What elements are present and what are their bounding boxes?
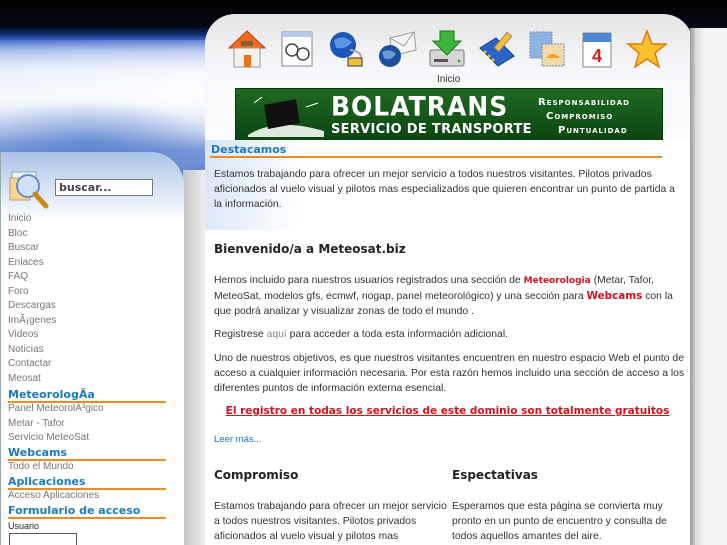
sidebar-item-inicio[interactable]: Inicio: [8, 212, 56, 227]
category-aplicaciones: Aplicaciones: [8, 475, 166, 490]
intro-text: Estamos trabajando para ofrecer un mejor…: [214, 169, 675, 210]
objectives-paragraph: Uno de nuestros objetivos, es que nuestr…: [214, 353, 685, 394]
slogan: Compromiso: [546, 111, 614, 122]
sidebar-item-enlaces[interactable]: Enlaces: [8, 256, 56, 271]
espectativas-text: Esperamos que esta página se convierta m…: [452, 501, 667, 542]
sidebar-item-videos[interactable]: Videos: [8, 328, 56, 343]
sidebar-item-servicio-meteosat[interactable]: Servicio MeteoSat: [8, 432, 89, 443]
sidebar-item-contactar[interactable]: Contactar: [8, 357, 56, 372]
section-title: Destacamos: [211, 143, 287, 156]
globe-mail-icon[interactable]: [372, 24, 422, 74]
main-content: Destacamos Estamos trabajando para ofrec…: [205, 140, 690, 545]
banner-slogans: Responsabilidad Compromiso Puntualidad: [538, 96, 630, 138]
register-paragraph: Registrese aquí para acceder a toda esta…: [214, 329, 509, 340]
calendar-icon[interactable]: 4: [572, 24, 622, 74]
welcome-paragraph: Hemos incluido para nuestros usuarios re…: [214, 275, 673, 317]
toolbar-hover-label: Inicio: [437, 74, 461, 85]
star-icon[interactable]: [622, 24, 672, 74]
banner-brand: BOLATRANS: [331, 91, 509, 122]
compromiso-text: Estamos trabajando para ofrecer un mejor…: [214, 501, 447, 542]
download-drive-icon[interactable]: [422, 24, 472, 74]
category-webcams: Webcams: [8, 446, 166, 461]
section-divider: [210, 156, 662, 158]
sidebar-shadow: [183, 170, 205, 545]
edit-folder-icon[interactable]: [472, 24, 522, 74]
search-input[interactable]: [55, 179, 153, 196]
slogan: Responsabilidad: [538, 97, 630, 108]
sidebar-item-noticias[interactable]: Noticias: [8, 343, 56, 358]
sidebar-item-acceso-aplicaciones[interactable]: Acceso Aplicaciones: [8, 490, 99, 501]
username-label: Usuario: [8, 521, 40, 531]
truck-logo-icon: [248, 97, 324, 137]
sidebar-item-imagenes[interactable]: ImÃ¡genes: [8, 314, 56, 329]
bolatrans-banner[interactable]: BOLATRANS SERVICIO DE TRANSPORTE Respons…: [235, 88, 663, 145]
sidebar-item-buscar[interactable]: Buscar: [8, 241, 56, 256]
sidebar-item-foro[interactable]: Foro: [8, 285, 56, 300]
glasses-document-icon[interactable]: [272, 24, 322, 74]
banner-subtitle: SERVICIO DE TRANSPORTE: [331, 122, 532, 137]
meteorologia-link[interactable]: Meteorologia: [524, 276, 591, 286]
magnifier-icon: [8, 168, 52, 212]
username-input[interactable]: [9, 533, 77, 545]
sidebar-nav: Inicio Bloc Buscar Enlaces FAQ Foro Desc…: [8, 212, 56, 386]
home-icon[interactable]: [222, 24, 272, 74]
sidebar-item-faq[interactable]: FAQ: [8, 270, 56, 285]
sidebar-item-todo-el-mundo[interactable]: Todo el Mundo: [8, 461, 74, 472]
category-meteorologia: MeteorologÃa: [8, 388, 166, 403]
svg-text:4: 4: [592, 46, 602, 66]
sidebar-item-descargas[interactable]: Descargas: [8, 299, 56, 314]
register-link[interactable]: aquí: [267, 329, 287, 340]
slogan: Puntualidad: [558, 125, 628, 136]
sidebar-item-bloc[interactable]: Bloc: [8, 227, 56, 242]
compromiso-title: Compromiso: [214, 468, 299, 482]
read-more-link[interactable]: Leer más...: [214, 434, 262, 445]
globe-network-icon[interactable]: [322, 24, 372, 74]
espectativas-title: Espectativas: [452, 468, 538, 482]
welcome-title: Bienvenido/a a Meteosat.biz: [214, 242, 406, 256]
stamps-icon[interactable]: [522, 24, 572, 74]
page-right-edge: [690, 28, 727, 545]
webcams-link[interactable]: Webcams: [587, 290, 643, 302]
toolbar: 4: [222, 24, 672, 74]
sidebar: Inicio Bloc Buscar Enlaces FAQ Foro Desc…: [0, 152, 184, 545]
free-registration-link[interactable]: El registro en todas los servicios de es…: [205, 405, 690, 417]
sidebar-item-metar-tafor[interactable]: Metar - Tafor: [8, 418, 65, 429]
sidebar-item-panel-meteorologico[interactable]: Panel MeteorolÃ³gico: [8, 403, 104, 414]
category-formulario-acceso: Formulario de acceso: [8, 504, 166, 519]
sidebar-item-meosat[interactable]: Meosat: [8, 372, 56, 387]
